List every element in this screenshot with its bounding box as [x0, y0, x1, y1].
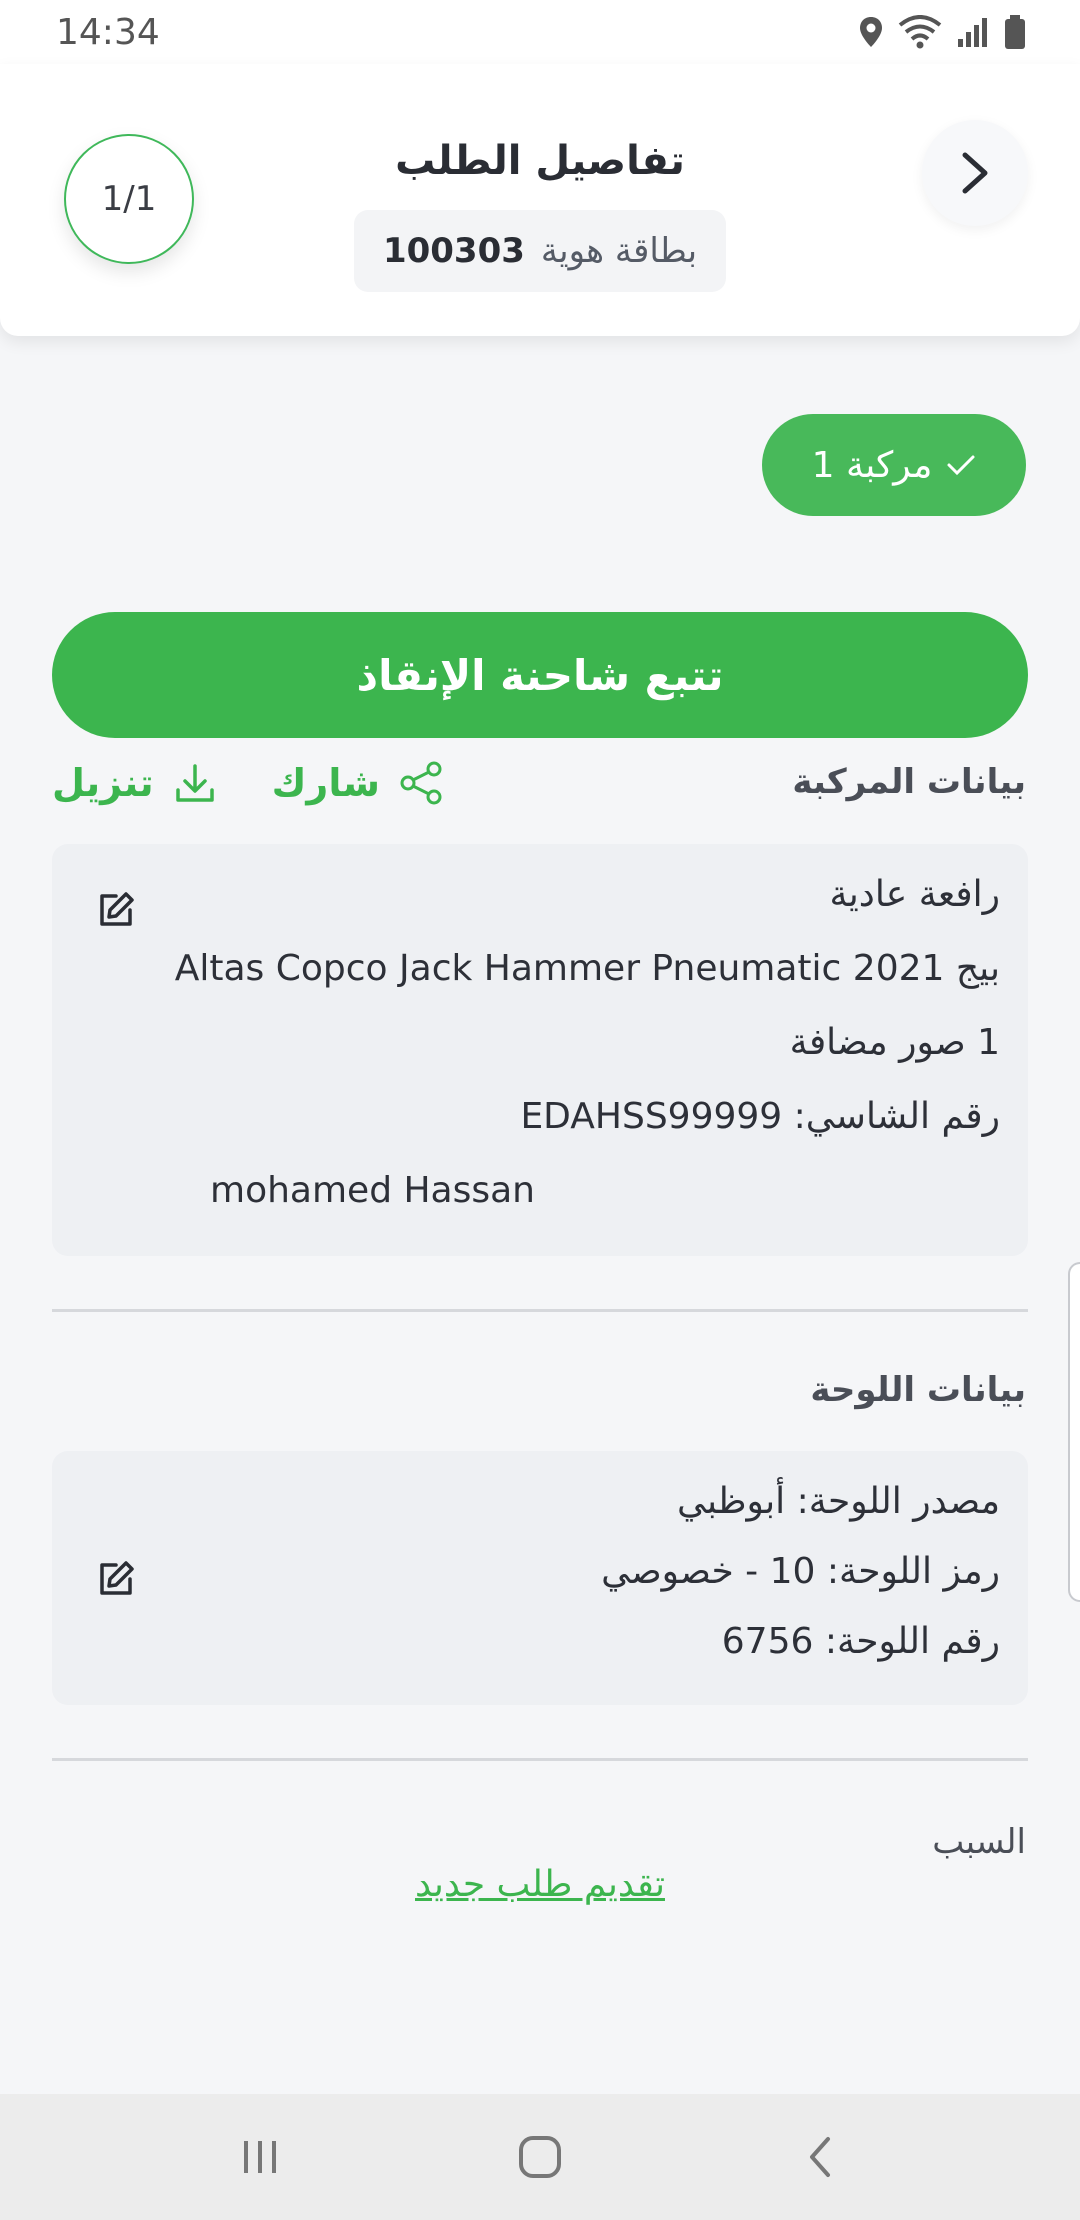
plate-source: مصدر اللوحة: أبوظبي [677, 1481, 1000, 1522]
recents-button[interactable] [220, 2117, 300, 2197]
plate-card: مصدر اللوحة: أبوظبي رمز اللوحة: 10 - خصو… [52, 1451, 1028, 1705]
vehicle-details: رافعة عادية بيج 2021 Altas Copco Jack Ha… [175, 858, 1000, 1228]
new-request-link[interactable]: تقديم طلب جديد [0, 1864, 1080, 1905]
vehicle-card: رافعة عادية بيج 2021 Altas Copco Jack Ha… [52, 844, 1028, 1256]
id-chip: بطاقة هوية 100303 [354, 210, 726, 292]
vehicle-type: رافعة عادية [829, 874, 1000, 915]
status-bar: 14:34 [0, 0, 1080, 64]
plate-number: رقم اللوحة: 6756 [721, 1621, 1000, 1662]
chevron-right-icon [962, 152, 988, 194]
track-rescue-truck-button[interactable]: تتبع شاحنة الإنقاذ [52, 612, 1028, 738]
vehicle-chassis: رقم الشاسي: EDAHSS99999 [520, 1096, 1000, 1137]
back-button[interactable] [922, 120, 1028, 226]
vehicle-photos: 1 صور مضافة [789, 1022, 1000, 1063]
battery-icon [1004, 14, 1026, 50]
vehicle-model: بيج 2021 Altas Copco Jack Hammer Pneumat… [174, 948, 1000, 989]
divider [52, 1758, 1028, 1761]
page-title: تفاصيل الطلب [395, 138, 685, 184]
vehicle-owner: mohamed Hassan [210, 1170, 536, 1211]
share-label: شارك [271, 761, 380, 805]
plate-details: مصدر اللوحة: أبوظبي رمز اللوحة: 10 - خصو… [601, 1467, 1000, 1677]
vehicle-actions: شارك تنزيل [52, 760, 444, 806]
edit-vehicle-button[interactable] [96, 890, 136, 934]
wifi-icon [898, 15, 942, 49]
id-number: 100303 [382, 231, 525, 271]
edit-icon [100, 892, 134, 926]
edge-panel-handle[interactable] [1068, 1262, 1080, 1602]
plate-code: رمز اللوحة: 10 - خصوصي [601, 1551, 1000, 1592]
status-time: 14:34 [56, 11, 160, 53]
signal-icon [956, 15, 990, 49]
home-icon [519, 2136, 561, 2178]
reason-title: السبب [932, 1822, 1026, 1862]
share-button[interactable]: شارك [272, 760, 444, 806]
status-icons [858, 14, 1026, 50]
header: 1/1 تفاصيل الطلب بطاقة هوية 100303 [0, 64, 1080, 336]
edit-icon [100, 1561, 134, 1595]
vehicle-chip-label: مركبة 1 [811, 444, 933, 486]
home-button[interactable] [500, 2117, 580, 2197]
plate-section-title: بيانات اللوحة [810, 1370, 1026, 1410]
system-nav-bar [0, 2094, 1080, 2220]
divider [52, 1309, 1028, 1312]
edit-plate-button[interactable] [96, 1559, 136, 1603]
chevron-left-icon [810, 2137, 830, 2177]
share-icon [400, 761, 442, 805]
vehicle-section-title: بيانات المركبة [792, 762, 1026, 802]
download-icon [175, 764, 214, 802]
download-label: تنزيل [52, 761, 154, 805]
id-label: بطاقة هوية [540, 231, 698, 271]
location-icon [858, 15, 884, 49]
vehicle-chip[interactable]: مركبة 1 [762, 414, 1026, 516]
download-button[interactable]: تنزيل [52, 760, 218, 806]
recents-icon [244, 2141, 276, 2173]
check-icon [947, 455, 975, 476]
order-details-screen: 14:34 1/1 تفاصيل الطلب بطاقة هوية 100303 [0, 0, 1080, 2220]
back-nav-button[interactable] [780, 2117, 860, 2197]
